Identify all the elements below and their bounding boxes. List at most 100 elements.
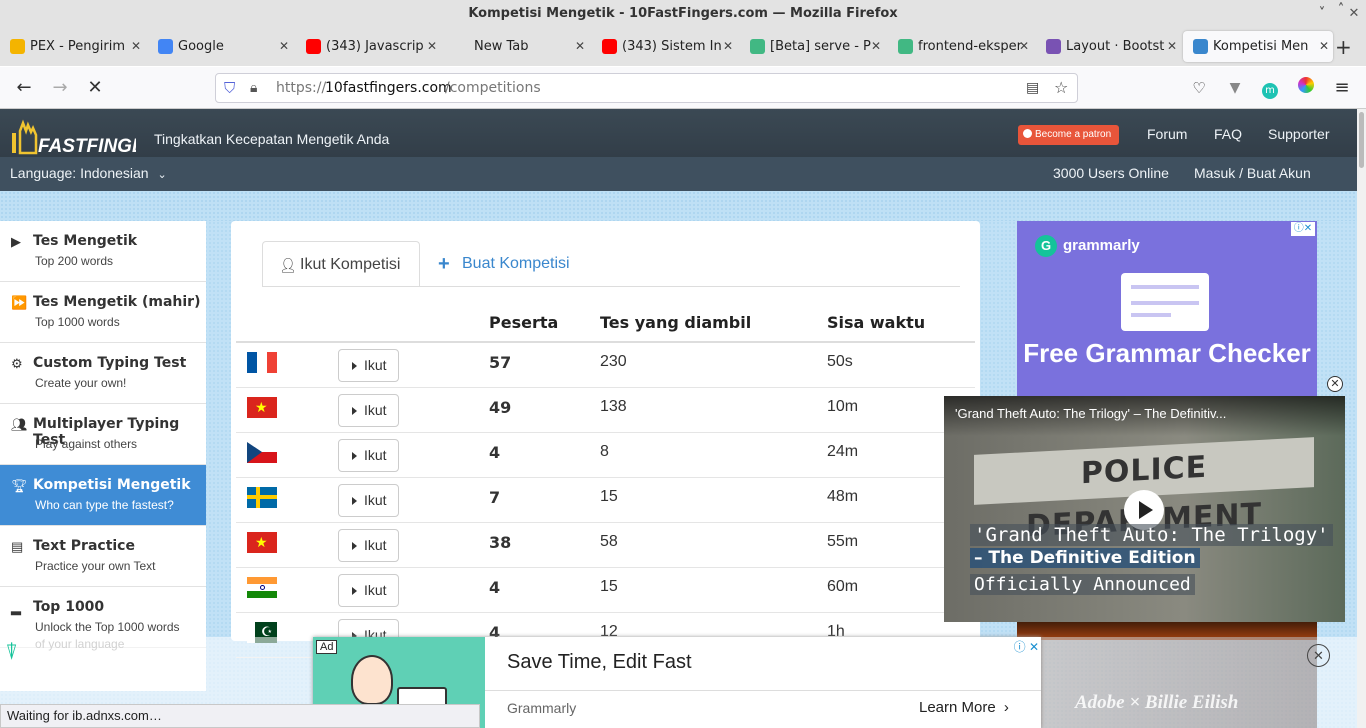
close-tab-icon[interactable]: ✕	[1167, 31, 1177, 62]
bookmark-star-icon[interactable]: ☆	[1054, 74, 1068, 102]
sidebar-item-4[interactable]: 🏆︎ Kompetisi Mengetik Who can type the fas…	[0, 465, 206, 526]
sidebar-item-5[interactable]: ▤ Text Practice Practice your own Text	[0, 526, 206, 587]
flag-india-icon	[247, 577, 277, 598]
sisa-cell: 10m	[827, 398, 859, 415]
bottom-adchoices-icon[interactable]: ⓘ ✕	[1014, 638, 1039, 655]
sidebar-item-subtitle: Play against others	[35, 437, 138, 451]
video-title: 'Grand Theft Auto: The Trilogy' – The De…	[955, 406, 1227, 421]
side-ad-text: Adobe × Billie Eilish	[1075, 692, 1239, 713]
close-video-icon[interactable]: ✕	[1327, 376, 1343, 392]
extension-m-icon[interactable]: m	[1262, 83, 1278, 99]
join-label: Ikut	[364, 582, 387, 598]
back-icon[interactable]: ←	[11, 75, 37, 101]
bootstrap-icon	[1046, 39, 1061, 54]
tab-7[interactable]: Layout · Bootst ✕	[1036, 31, 1181, 62]
sisa-cell: 48m	[827, 488, 859, 505]
close-tab-icon[interactable]: ✕	[723, 31, 733, 62]
side-ad-image	[1041, 637, 1317, 728]
tab-label: Layout · Bootst	[1066, 39, 1165, 54]
stop-icon[interactable]: ✕	[82, 75, 108, 101]
lock-icon[interactable]: 🔒︎	[250, 74, 257, 102]
join-button[interactable]: Ikut	[338, 529, 399, 562]
tab-create-label: Buat Kompetisi	[462, 255, 570, 272]
url-prefix: https://	[276, 80, 327, 96]
pocket-icon[interactable]: ♡	[1186, 75, 1212, 101]
join-button[interactable]: Ikut	[338, 484, 399, 517]
close-bottom-ad-icon[interactable]: ✕	[1307, 644, 1330, 667]
language-label: Language: Indonesian	[10, 165, 149, 181]
header-sisa: Sisa waktu	[827, 313, 926, 332]
table-row: Ikut 7 15 48m	[236, 478, 975, 523]
join-button[interactable]: Ikut	[338, 394, 399, 427]
grammarly-brand: grammarly	[1063, 237, 1140, 254]
page-scrollbar[interactable]	[1357, 109, 1366, 728]
signal-icon: ▂	[11, 600, 21, 615]
user-icon: 👤︎	[279, 257, 297, 273]
close-tab-icon[interactable]: ✕	[1319, 31, 1329, 62]
close-tab-icon[interactable]: ✕	[871, 31, 881, 62]
sisa-cell: 24m	[827, 443, 859, 460]
close-tab-icon[interactable]: ✕	[1019, 31, 1029, 62]
learn-more-button[interactable]: Learn More ›	[919, 699, 1009, 716]
tes-cell: 8	[600, 443, 609, 460]
plus-icon: +	[438, 253, 450, 275]
minimize-icon[interactable]: ˅	[1312, 0, 1332, 27]
menu-icon[interactable]: ≡	[1329, 75, 1355, 101]
url-host: 10fastfingers.com	[325, 80, 452, 96]
grammarly-ad[interactable]: G grammarly Free Grammar Checker ⓘ✕	[1017, 221, 1317, 401]
close-window-icon[interactable]: ✕	[1344, 0, 1364, 27]
video-caption-2: – The Definitive Edition	[970, 548, 1200, 568]
tab-0[interactable]: PEX - Pengirim ✕	[0, 31, 145, 62]
peserta-cell: 4	[489, 578, 501, 597]
tab-1[interactable]: Google ✕	[148, 31, 293, 62]
vue-devtools-icon[interactable]: ▼	[1222, 75, 1248, 101]
tab-label: (343) Javascrip	[326, 39, 424, 54]
language-selector[interactable]: Language: Indonesian ⌄	[10, 165, 167, 181]
nav-supporter[interactable]: Supporter	[1268, 126, 1329, 142]
join-button[interactable]: Ikut	[338, 439, 399, 472]
tab-create-competition[interactable]: + Buat Kompetisi	[438, 241, 570, 287]
sidebar-item-2[interactable]: ⚙ Custom Typing Test Create your own!	[0, 343, 206, 404]
forward-icon[interactable]: →	[47, 75, 73, 101]
tab-2[interactable]: (343) Javascrip ✕	[296, 31, 441, 62]
login-link[interactable]: Masuk / Buat Akun	[1194, 165, 1311, 181]
tab-5[interactable]: [Beta] serve - P ✕	[740, 31, 885, 62]
tab-8[interactable]: Kompetisi Men ✕	[1183, 31, 1333, 62]
tab-6[interactable]: frontend-eksper ✕	[888, 31, 1033, 62]
url-bar[interactable]: ⛉ 🔒︎ https://10fastfingers.com/competiti…	[215, 73, 1078, 103]
freshchat-icon[interactable]: ⍒	[5, 639, 18, 665]
header-pattern	[0, 191, 1366, 221]
tab-label: New Tab	[474, 39, 529, 54]
sidebar-item-1[interactable]: ⏩ Tes Mengetik (mahir) Top 1000 words	[0, 282, 206, 343]
bottom-ad-brand: Grammarly	[507, 700, 577, 716]
adchoices-icon[interactable]: ⓘ✕	[1291, 222, 1315, 236]
close-tab-icon[interactable]: ✕	[575, 31, 585, 62]
close-tab-icon[interactable]: ✕	[427, 31, 437, 62]
tab-join-competition[interactable]: 👤︎ Ikut Kompetisi	[262, 241, 420, 287]
reader-view-icon[interactable]: ▤	[1026, 74, 1039, 102]
join-button[interactable]: Ikut	[338, 349, 399, 382]
tab-label: (343) Sistem In	[622, 39, 722, 54]
nav-forum[interactable]: Forum	[1147, 126, 1187, 142]
tes-cell: 15	[600, 488, 618, 505]
fastfingers-logo[interactable]: FASTFINGERS	[10, 117, 136, 159]
join-button[interactable]: Ikut	[338, 574, 399, 607]
tab-4[interactable]: (343) Sistem In ✕	[592, 31, 737, 62]
tab-3[interactable]: New Tab ✕	[444, 31, 589, 62]
close-tab-icon[interactable]: ✕	[131, 31, 141, 62]
table-row: Ikut 4 15 60m	[236, 568, 975, 613]
shield-icon[interactable]: ⛉	[224, 74, 235, 102]
sidebar-item-3[interactable]: 👥︎ Multiplayer Typing Test Play against ot…	[0, 404, 206, 465]
floating-video-player[interactable]: POLICE DEPARTMENT 'Grand Theft Auto: The…	[944, 396, 1345, 622]
nav-faq[interactable]: FAQ	[1214, 126, 1242, 142]
play-icon: ▶	[11, 234, 21, 249]
become-patron-button[interactable]: Become a patron	[1018, 125, 1119, 145]
color-picker-icon[interactable]	[1298, 77, 1314, 93]
window-title: Kompetisi Mengetik - 10FastFingers.com —…	[0, 0, 1366, 27]
competition-panel: 👤︎ Ikut Kompetisi + Buat Kompetisi Peserta…	[231, 221, 980, 658]
sidebar-item-0[interactable]: ▶ Tes Mengetik Top 200 words	[0, 221, 206, 282]
close-tab-icon[interactable]: ✕	[279, 31, 289, 62]
grammarly-headline: Free Grammar Checker	[1023, 338, 1311, 368]
scrollbar-thumb[interactable]	[1359, 112, 1364, 168]
new-tab-icon[interactable]: +	[1335, 33, 1352, 61]
